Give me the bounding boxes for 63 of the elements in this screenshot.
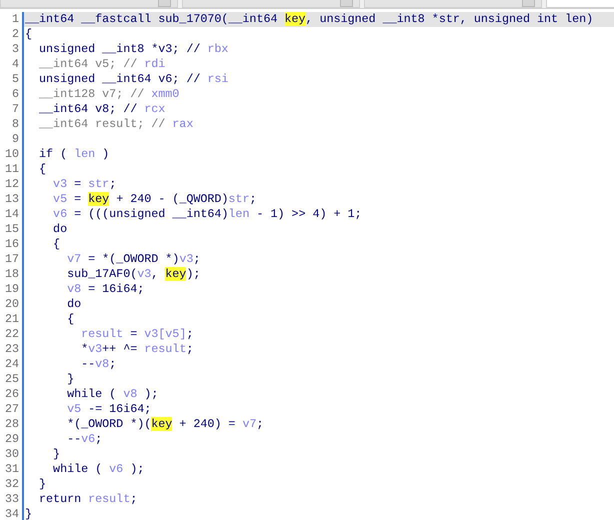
line-number: 21 bbox=[4, 312, 20, 327]
code-line: while ( v6 ); bbox=[22, 462, 614, 477]
code-line: while ( v8 ); bbox=[22, 387, 614, 402]
code-line: } bbox=[22, 372, 614, 387]
line-number: 9 bbox=[10, 132, 20, 147]
line-number: 22 bbox=[4, 327, 20, 342]
code-line: result = v3[v5]; bbox=[22, 327, 614, 342]
line-number: 10 bbox=[4, 147, 20, 162]
code-line: unsigned __int64 v6; // rsi bbox=[22, 72, 614, 87]
code-line: unsigned __int8 *v3; // rbx bbox=[22, 42, 614, 57]
line-number: 26 bbox=[4, 387, 20, 402]
line-number: 15 bbox=[4, 222, 20, 237]
code-line: __int64 v8; // rcx bbox=[22, 102, 614, 117]
line-number: 18 bbox=[4, 267, 20, 282]
code-line: { bbox=[22, 312, 614, 327]
line-number: 25 bbox=[4, 372, 20, 387]
line-number: 29 bbox=[4, 432, 20, 447]
line-number: 24 bbox=[4, 357, 20, 372]
line-number: 17 bbox=[4, 252, 20, 267]
line-number: 4 bbox=[10, 57, 20, 72]
code-line: if ( len ) bbox=[22, 147, 614, 162]
code-line: do bbox=[22, 222, 614, 237]
line-number: 30 bbox=[4, 447, 20, 462]
line-number: 31 bbox=[4, 462, 20, 477]
line-number: 27 bbox=[4, 402, 20, 417]
line-number: 5 bbox=[10, 72, 20, 87]
code-line: --v6; bbox=[22, 432, 614, 447]
line-number: 23 bbox=[4, 342, 20, 357]
code-line: v6 = (((unsigned __int64)len - 1) >> 4) + 1; bbox=[22, 207, 614, 222]
code-line: __int64 v5; // rdi bbox=[22, 57, 614, 72]
line-number: 19 bbox=[4, 282, 20, 297]
line-number: 1 bbox=[10, 12, 20, 27]
code-line: __int64 result; // rax bbox=[22, 117, 614, 132]
code-line: return result; bbox=[22, 492, 614, 507]
code-line: sub_17AF0(v3, key); bbox=[22, 267, 614, 282]
code-line: *(_OWORD *)(key + 240) = v7; bbox=[22, 417, 614, 432]
code-line: do bbox=[22, 297, 614, 312]
line-number: 13 bbox=[4, 192, 20, 207]
code-line: *v3++ ^= result; bbox=[22, 342, 614, 357]
code-line: v5 = key + 240 - (_QWORD)str; bbox=[22, 192, 614, 207]
line-number: 8 bbox=[10, 117, 20, 132]
code-line: __int128 v7; // xmm0 bbox=[22, 87, 614, 102]
line-number: 2 bbox=[10, 27, 20, 42]
code-line: --v8; bbox=[22, 357, 614, 372]
line-number: 7 bbox=[10, 102, 20, 117]
line-number: 33 bbox=[4, 492, 20, 507]
line-number: 32 bbox=[4, 477, 20, 492]
line-number: 14 bbox=[4, 207, 20, 222]
line-number: 28 bbox=[4, 417, 20, 432]
code-line: } bbox=[22, 447, 614, 462]
code-line: { bbox=[22, 237, 614, 252]
line-number: 16 bbox=[4, 237, 20, 252]
code-line: { bbox=[22, 27, 614, 42]
line-number: 3 bbox=[10, 42, 20, 57]
line-number: 11 bbox=[4, 162, 20, 177]
line-number: 20 bbox=[4, 297, 20, 312]
code-line: v8 = 16i64; bbox=[22, 282, 614, 297]
code-line: } bbox=[22, 507, 614, 520]
line-number: 12 bbox=[4, 177, 20, 192]
code-line: } bbox=[22, 477, 614, 492]
line-number: 6 bbox=[10, 87, 20, 102]
code-line: { bbox=[22, 162, 614, 177]
line-number: 34 bbox=[4, 507, 20, 520]
